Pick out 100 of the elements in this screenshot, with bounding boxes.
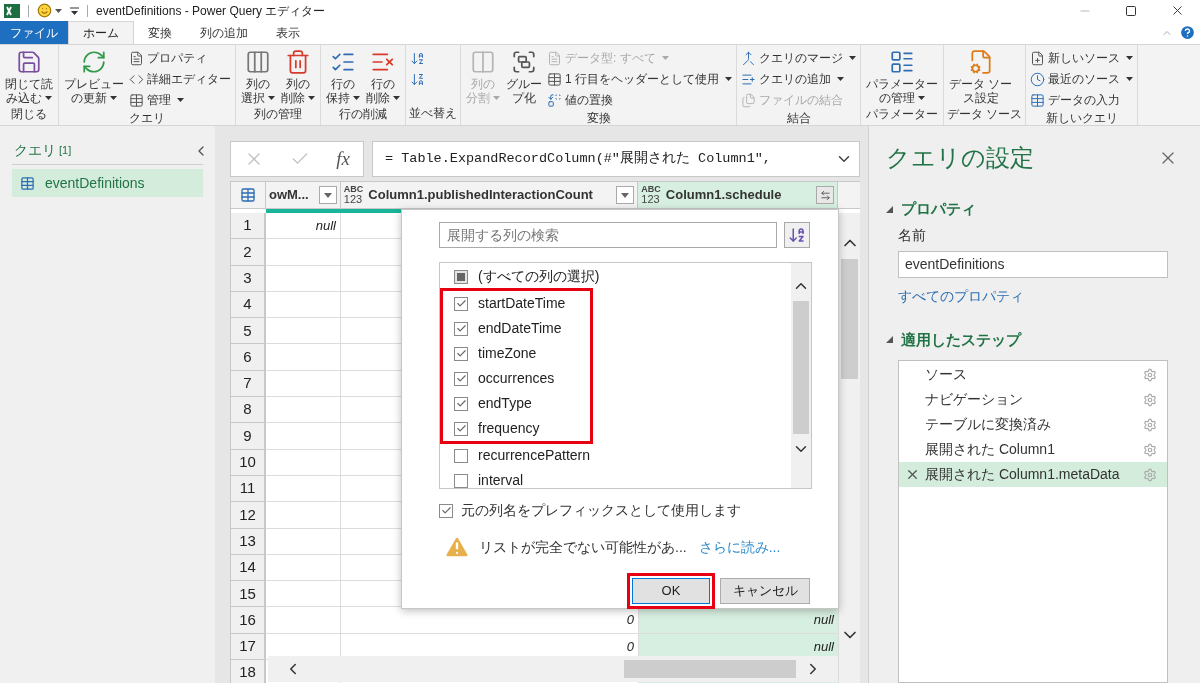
checkbox[interactable] <box>454 371 468 386</box>
ribbon-button[interactable]: 列の 選択 <box>239 49 277 105</box>
checkbox[interactable] <box>454 296 468 311</box>
ribbon-tab[interactable]: ホーム <box>68 21 134 44</box>
checkbox[interactable] <box>439 503 453 518</box>
ribbon-tab[interactable]: 列の追加 <box>186 21 262 44</box>
checkbox[interactable] <box>454 421 468 436</box>
ribbon-button[interactable]: グルー プ化 <box>504 49 544 105</box>
ribbon-button[interactable]: 1 行目をヘッダーとして使用 <box>546 70 733 88</box>
column-option: endDateTime <box>478 318 562 339</box>
checkbox[interactable] <box>454 473 468 488</box>
row-number: 7 <box>231 370 266 398</box>
query-item[interactable]: eventDefinitions <box>12 169 203 197</box>
dialog-button[interactable]: OK <box>632 578 710 604</box>
ribbon-button[interactable]: クエリのマージ <box>740 49 857 67</box>
row-number: 11 <box>231 475 266 503</box>
ribbon-button[interactable]: 閉じて読 み込む <box>3 49 55 105</box>
ribbon-button[interactable]: プレビュー の更新 <box>62 49 126 105</box>
caret-icon <box>661 56 669 60</box>
row-number: 17 <box>231 633 266 661</box>
formula-field[interactable]: = Table.ExpandRecordColumn(#"展開された Column1", <box>372 141 860 177</box>
customize-menu-icon[interactable] <box>70 6 79 15</box>
checkbox[interactable] <box>454 396 468 411</box>
all-properties-link[interactable]: すべてのプロパティ <box>898 285 1024 307</box>
ribbon-tab[interactable]: 変換 <box>134 21 186 44</box>
row-number: 3 <box>231 265 266 292</box>
column-header[interactable]: owM... <box>265 182 341 208</box>
table-icon <box>129 92 144 108</box>
group-label: 列の管理 <box>253 106 303 123</box>
list-layout-icon <box>889 49 915 75</box>
document-plus-icon <box>1030 50 1046 66</box>
step-item[interactable]: ソース <box>899 362 1167 387</box>
ribbon-button[interactable]: 詳細エディター <box>128 70 232 88</box>
column-option: interval <box>478 470 524 491</box>
pane-title: クエリの設定 <box>886 143 1035 173</box>
ribbon-button[interactable]: 値の置換 <box>546 91 733 109</box>
step-item[interactable]: 展開された Column1 <box>899 437 1167 462</box>
filter-button[interactable] <box>318 186 337 204</box>
checkbox[interactable] <box>454 448 468 463</box>
step-item[interactable]: 展開された Column1.metaData <box>899 462 1167 487</box>
ribbon-button[interactable]: データの入力 <box>1029 91 1135 109</box>
read-more-link[interactable]: さらに読み... <box>698 536 781 558</box>
step-item[interactable]: テーブルに変換済み <box>899 412 1167 437</box>
fx-button[interactable]: fx <box>336 144 350 174</box>
column-option: recurrencePattern <box>478 445 591 466</box>
checkbox[interactable] <box>454 321 468 336</box>
table-menu-icon[interactable] <box>239 187 256 203</box>
ribbon-button[interactable]: 列の 削除 <box>279 49 317 105</box>
scroll-thumb[interactable] <box>624 660 796 678</box>
ribbon-tab[interactable]: ファイル <box>0 21 68 44</box>
ribbon-button[interactable]: 最近のソース <box>1029 70 1135 88</box>
caret-icon <box>837 77 844 81</box>
maximize-icon[interactable] <box>1125 4 1137 17</box>
ribbon-button[interactable]: 管理 <box>128 91 232 109</box>
section-heading: プロパティ <box>901 199 976 219</box>
dialog-button[interactable]: キャンセル <box>720 578 810 604</box>
checkmark-icon <box>455 423 467 434</box>
delete-icon <box>285 49 311 75</box>
caret-icon[interactable] <box>55 8 62 13</box>
ribbon-button[interactable]: 新しいソース <box>1029 49 1135 67</box>
scroll-thumb[interactable] <box>841 259 858 379</box>
caret-icon <box>353 96 360 100</box>
search-field[interactable]: 展開する列の検索 <box>439 222 777 248</box>
row-number: 16 <box>231 607 266 634</box>
name-field[interactable]: eventDefinitions <box>898 250 1168 278</box>
step-item[interactable]: ナビゲーション <box>899 387 1167 412</box>
row-number: 18 <box>231 660 266 683</box>
split-columns-icon <box>470 49 496 75</box>
expand-button[interactable] <box>816 186 835 204</box>
ribbon-button[interactable]: プロパティ <box>128 49 232 67</box>
ribbon-button[interactable]: パラメーター の管理 <box>864 49 940 105</box>
merge-icon <box>741 50 756 66</box>
ribbon-button[interactable]: 行の 削除 <box>364 49 402 105</box>
caret-icon <box>918 96 925 100</box>
row-number: 15 <box>231 581 266 608</box>
column-option: startDateTime <box>478 293 566 314</box>
row-number: 6 <box>231 344 266 371</box>
caret-icon <box>1126 56 1134 60</box>
delete-step-icon[interactable] <box>905 467 920 482</box>
filter-button[interactable] <box>616 186 635 204</box>
group-label: パラメーター <box>865 106 939 123</box>
document-icon <box>547 50 562 66</box>
caret-icon <box>1126 77 1134 81</box>
checkbox[interactable] <box>454 346 468 361</box>
collapse-triangle-icon[interactable] <box>886 336 893 344</box>
collapse-triangle-icon[interactable] <box>886 205 893 213</box>
checkbox[interactable] <box>454 269 468 284</box>
ribbon-button[interactable]: クエリの追加 <box>740 70 857 88</box>
caret-icon <box>177 98 184 102</box>
help-icon[interactable] <box>1179 24 1196 41</box>
smiley-icon[interactable] <box>37 3 52 18</box>
window-title: eventDefinitions - Power Query エディター <box>96 2 326 20</box>
ribbon-button[interactable]: データ ソー ス設定 <box>947 49 1015 105</box>
group-label: クエリ <box>128 110 166 127</box>
group-icon <box>511 49 537 75</box>
sort-button[interactable] <box>784 222 810 248</box>
row-number: 2 <box>231 239 266 266</box>
ribbon-button[interactable]: 行の 保持 <box>324 49 362 105</box>
ribbon-tab[interactable]: 表示 <box>262 21 314 44</box>
scroll-thumb[interactable] <box>793 301 809 434</box>
